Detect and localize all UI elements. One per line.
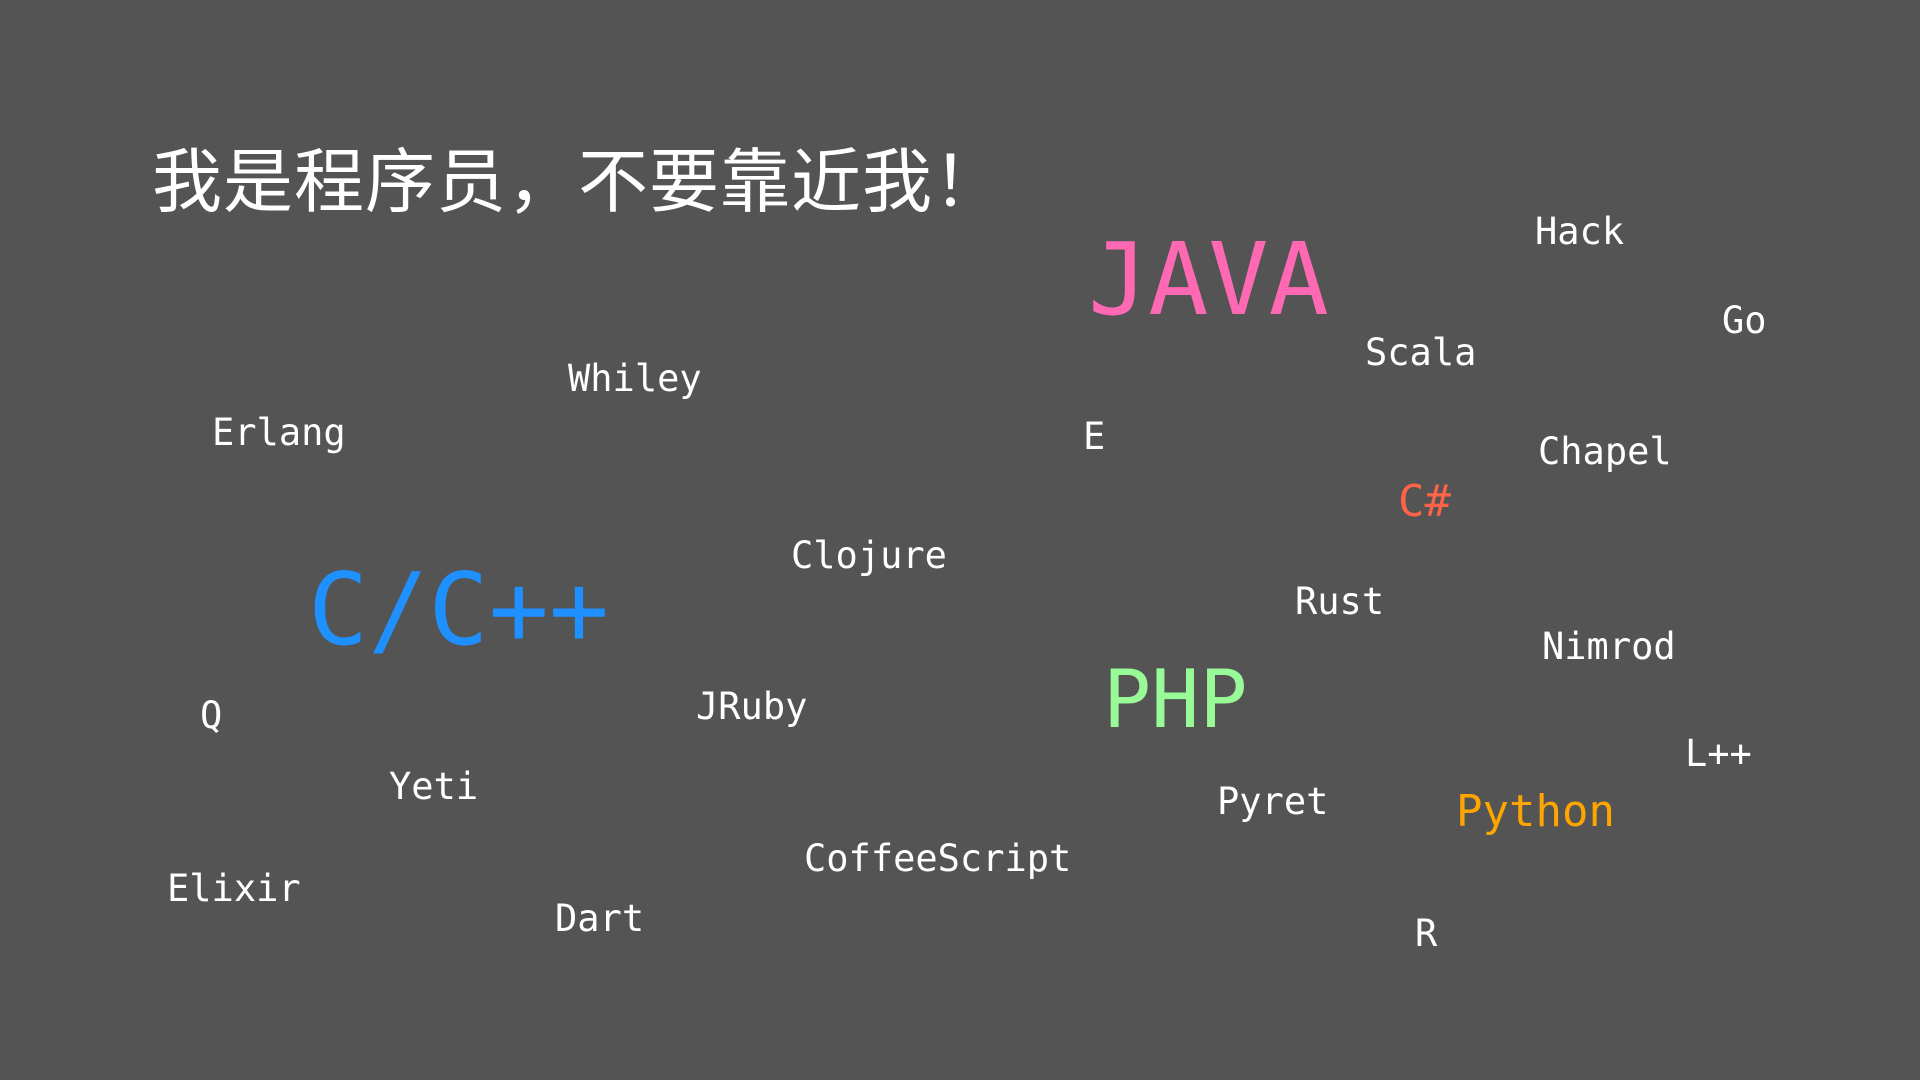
- word-whiley: Whiley: [568, 357, 702, 400]
- word-hack: Hack: [1535, 210, 1625, 253]
- word-jruby: JRuby: [696, 685, 808, 728]
- language-word-cloud: JAVA Hack Go Scala Whiley Erlang E Chape…: [0, 0, 1920, 1080]
- word-cpp: C/C++: [308, 551, 610, 668]
- word-nimrod: Nimrod: [1542, 625, 1676, 668]
- word-e: E: [1083, 415, 1106, 458]
- word-php: PHP: [1103, 653, 1248, 746]
- word-rust: Rust: [1295, 580, 1385, 623]
- word-r: R: [1415, 912, 1438, 955]
- word-pyret: Pyret: [1217, 780, 1329, 823]
- word-coffeescript: CoffeeScript: [804, 837, 1072, 880]
- word-q: Q: [200, 694, 223, 737]
- word-clojure: Clojure: [791, 534, 947, 577]
- word-yeti: Yeti: [389, 765, 479, 808]
- word-csharp: C#: [1398, 476, 1451, 527]
- word-python: Python: [1456, 786, 1615, 837]
- word-chapel: Chapel: [1538, 430, 1672, 473]
- word-dart: Dart: [555, 897, 645, 940]
- word-elixir: Elixir: [167, 867, 301, 910]
- word-lpp: L++: [1685, 732, 1752, 775]
- word-java: JAVA: [1088, 221, 1329, 338]
- word-scala: Scala: [1365, 331, 1477, 374]
- word-go: Go: [1722, 299, 1767, 342]
- word-erlang: Erlang: [212, 411, 346, 454]
